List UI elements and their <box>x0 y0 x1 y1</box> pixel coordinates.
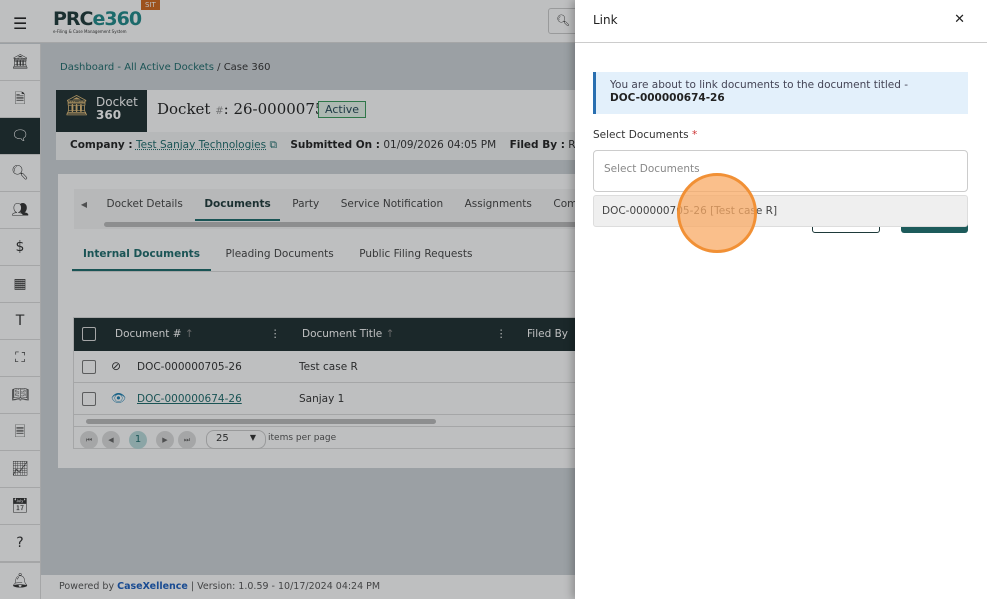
select-documents-label: Select Documents * <box>593 129 698 141</box>
drawer-header: Link ✕ <box>575 0 987 43</box>
drawer-title: Link <box>593 13 618 27</box>
close-icon[interactable]: ✕ <box>954 12 965 27</box>
click-indicator <box>677 173 757 253</box>
modal-backdrop[interactable] <box>0 0 575 599</box>
dropdown-option[interactable]: DOC-000000705-26 [Test case R] <box>593 195 968 227</box>
info-banner: You are about to link documents to the d… <box>593 72 968 114</box>
link-drawer: Link ✕ You are about to link documents t… <box>575 0 987 599</box>
select-documents-input[interactable]: Select Documents <box>593 150 968 192</box>
